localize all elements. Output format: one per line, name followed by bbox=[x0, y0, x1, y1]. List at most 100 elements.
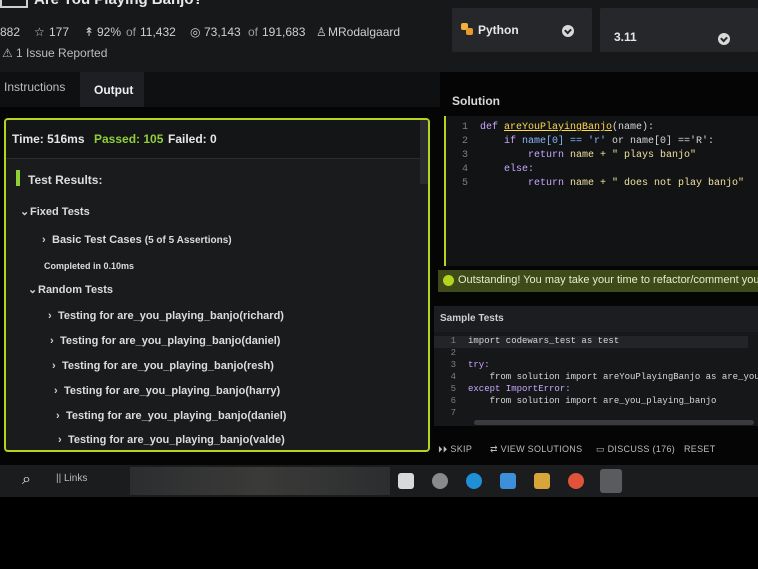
random-test-item[interactable]: › Testing for are_you_playing_banjo(danie… bbox=[50, 335, 280, 347]
solution-editor[interactable]: 1 def areYouPlayingBanjo(name): 2 if name… bbox=[444, 116, 758, 266]
success-banner: Outstanding! You may take your time to r… bbox=[438, 270, 758, 292]
random-test-item[interactable]: › Testing for are_you_playing_banjo(resh) bbox=[52, 360, 274, 372]
time-label: Time: 516ms bbox=[12, 132, 85, 146]
random-test-label: Testing for are_you_playing_banjo(resh) bbox=[62, 360, 274, 372]
line-number: 1 bbox=[450, 336, 456, 346]
random-test-item[interactable]: › Testing for are_you_playing_banjo(danie… bbox=[56, 410, 286, 422]
line-number: 2 bbox=[450, 348, 456, 358]
chevron-right-icon: › bbox=[56, 410, 60, 422]
chevron-right-icon: › bbox=[54, 385, 58, 397]
code-line: 5 return name + " does not play banjo" bbox=[446, 178, 758, 192]
vscode-icon[interactable] bbox=[500, 473, 516, 489]
chrome-icon[interactable] bbox=[568, 473, 584, 489]
taskbar-search-art bbox=[130, 467, 390, 495]
chevron-right-icon: › bbox=[42, 234, 46, 246]
language-version: 3.11 bbox=[614, 30, 637, 44]
line-number: 7 bbox=[450, 408, 456, 418]
completed-of: of bbox=[248, 25, 259, 39]
kata-icon bbox=[0, 0, 28, 8]
code-line: 3 return name + " plays banjo" bbox=[446, 150, 758, 164]
search-icon[interactable]: ⌕ bbox=[22, 471, 31, 489]
skip-icon: ⏵⏵ bbox=[438, 444, 448, 454]
sample-tests-editor[interactable]: 1 import codewars_test as test 2 3 try: 4 … bbox=[434, 332, 758, 426]
screen-bezel bbox=[0, 497, 758, 569]
chevron-right-icon: › bbox=[58, 434, 62, 446]
kata-title[interactable]: Are You Playing Banjo? bbox=[34, 0, 203, 8]
tab-output[interactable]: Output bbox=[80, 72, 144, 107]
random-test-label: Testing for are_you_playing_banjo(richar… bbox=[58, 310, 284, 322]
chevron-right-icon: › bbox=[52, 360, 56, 372]
random-test-item[interactable]: › Testing for are_you_playing_banjo(harry… bbox=[54, 385, 280, 397]
code-token: else: bbox=[480, 164, 535, 175]
links-label: Links bbox=[63, 473, 88, 484]
issues-link[interactable]: 1 Issue Reported bbox=[16, 46, 107, 60]
python-icon bbox=[460, 22, 474, 36]
author-name[interactable]: MRodalgaard bbox=[328, 25, 400, 39]
satisfaction-total: 11,432 bbox=[140, 25, 176, 39]
chevron-right-icon: › bbox=[50, 335, 54, 347]
reset-button[interactable]: RESET bbox=[684, 444, 716, 454]
random-test-item[interactable]: › Testing for are_you_playing_banjo(richa… bbox=[48, 310, 284, 322]
code-line: 7 bbox=[434, 408, 748, 420]
code-line: 4 from solution import areYouPlayingBanj… bbox=[434, 372, 758, 384]
scrollbar[interactable] bbox=[420, 120, 428, 184]
kata-header: Are You Playing Banjo? 882 ☆ 177 ↟ 92% o… bbox=[0, 0, 758, 72]
basic-cases-toggle[interactable]: › Basic Test Cases (5 of 5 Assertions) bbox=[42, 234, 232, 246]
line-number: 4 bbox=[461, 164, 468, 175]
app-icon[interactable] bbox=[432, 473, 448, 489]
skip-label: SKIP bbox=[450, 444, 473, 454]
skip-button[interactable]: ⏵⏵ SKIP bbox=[438, 444, 472, 455]
random-test-item[interactable]: › Testing for are_you_playing_banjo(valde… bbox=[58, 434, 285, 446]
random-tests-toggle[interactable]: ⌄Random Tests bbox=[28, 283, 113, 296]
code-text: import codewars_test as test bbox=[468, 336, 620, 346]
fixed-tests-toggle[interactable]: ⌄Fixed Tests bbox=[20, 205, 90, 218]
completed-icon: ◎ bbox=[190, 25, 201, 39]
tab-instructions[interactable]: Instructions bbox=[4, 80, 65, 94]
satisfaction-pct: 92% bbox=[97, 25, 122, 39]
windows-taskbar: ⌕ || Links bbox=[0, 465, 758, 497]
failed-label: Failed: 0 bbox=[168, 132, 217, 146]
code-token: name + " does not play banjo" bbox=[570, 178, 745, 189]
language-select[interactable]: Python bbox=[452, 8, 592, 52]
code-line: 4 else: bbox=[446, 164, 758, 178]
edge-icon[interactable] bbox=[466, 473, 482, 489]
results-marker bbox=[16, 170, 20, 186]
sample-tests-header: Sample Tests bbox=[434, 306, 758, 332]
author-icon: ♙ bbox=[316, 25, 327, 39]
code-text: try: bbox=[468, 360, 490, 370]
code-line: 6 from solution import are_you_playing_b… bbox=[434, 396, 748, 408]
code-line: 2 bbox=[434, 348, 748, 360]
solution-label: Solution bbox=[452, 94, 500, 108]
horizontal-scrollbar[interactable] bbox=[474, 420, 754, 425]
random-test-label: Testing for are_you_playing_banjo(daniel… bbox=[66, 410, 287, 422]
file-explorer-icon[interactable] bbox=[398, 473, 414, 489]
output-panel[interactable]: Time: 516ms Passed: 105 Failed: 0 Test R… bbox=[4, 118, 430, 452]
chevron-down-icon bbox=[718, 33, 730, 45]
links-toolbar[interactable]: || Links bbox=[56, 473, 87, 484]
code-token: areYouPlayingBanjo bbox=[504, 122, 613, 133]
active-app-icon[interactable] bbox=[600, 469, 622, 493]
random-test-label: Testing for are_you_playing_banjo(harry) bbox=[64, 385, 281, 397]
line-number: 4 bbox=[450, 372, 456, 382]
code-token: return bbox=[480, 150, 571, 161]
code-line: 5 except ImportError: bbox=[434, 384, 748, 396]
line-number: 2 bbox=[461, 136, 468, 147]
discuss-button[interactable]: ▭ DISCUSS (176) bbox=[596, 444, 675, 455]
code-line: 3 try: bbox=[434, 360, 748, 372]
success-message: Outstanding! You may take your time to r… bbox=[458, 274, 758, 286]
language-name: Python bbox=[478, 23, 519, 37]
version-select[interactable]: 3.11 bbox=[600, 8, 758, 52]
random-test-label: Testing for are_you_playing_banjo(daniel… bbox=[60, 335, 281, 347]
code-token: or name[0] =='R': bbox=[606, 136, 715, 147]
summary-bar: Time: 516ms Passed: 105 Failed: 0 bbox=[6, 120, 428, 159]
code-text: from solution import areYouPlayingBanjo … bbox=[468, 372, 758, 382]
results-heading: Test Results: bbox=[28, 173, 103, 187]
chevron-down-icon bbox=[562, 25, 574, 37]
folder-icon[interactable] bbox=[534, 473, 550, 489]
chat-icon: ▭ bbox=[596, 444, 605, 454]
random-test-label: Testing for are_you_playing_banjo(valde) bbox=[68, 434, 285, 446]
chevron-down-icon: ⌄ bbox=[28, 284, 38, 296]
view-solutions-button[interactable]: ⇄ VIEW SOLUTIONS bbox=[490, 444, 582, 455]
action-bar: ⏵⏵ SKIP ⇄ VIEW SOLUTIONS ▭ DISCUSS (176)… bbox=[430, 440, 758, 462]
rank-partial: 882 bbox=[0, 25, 21, 39]
